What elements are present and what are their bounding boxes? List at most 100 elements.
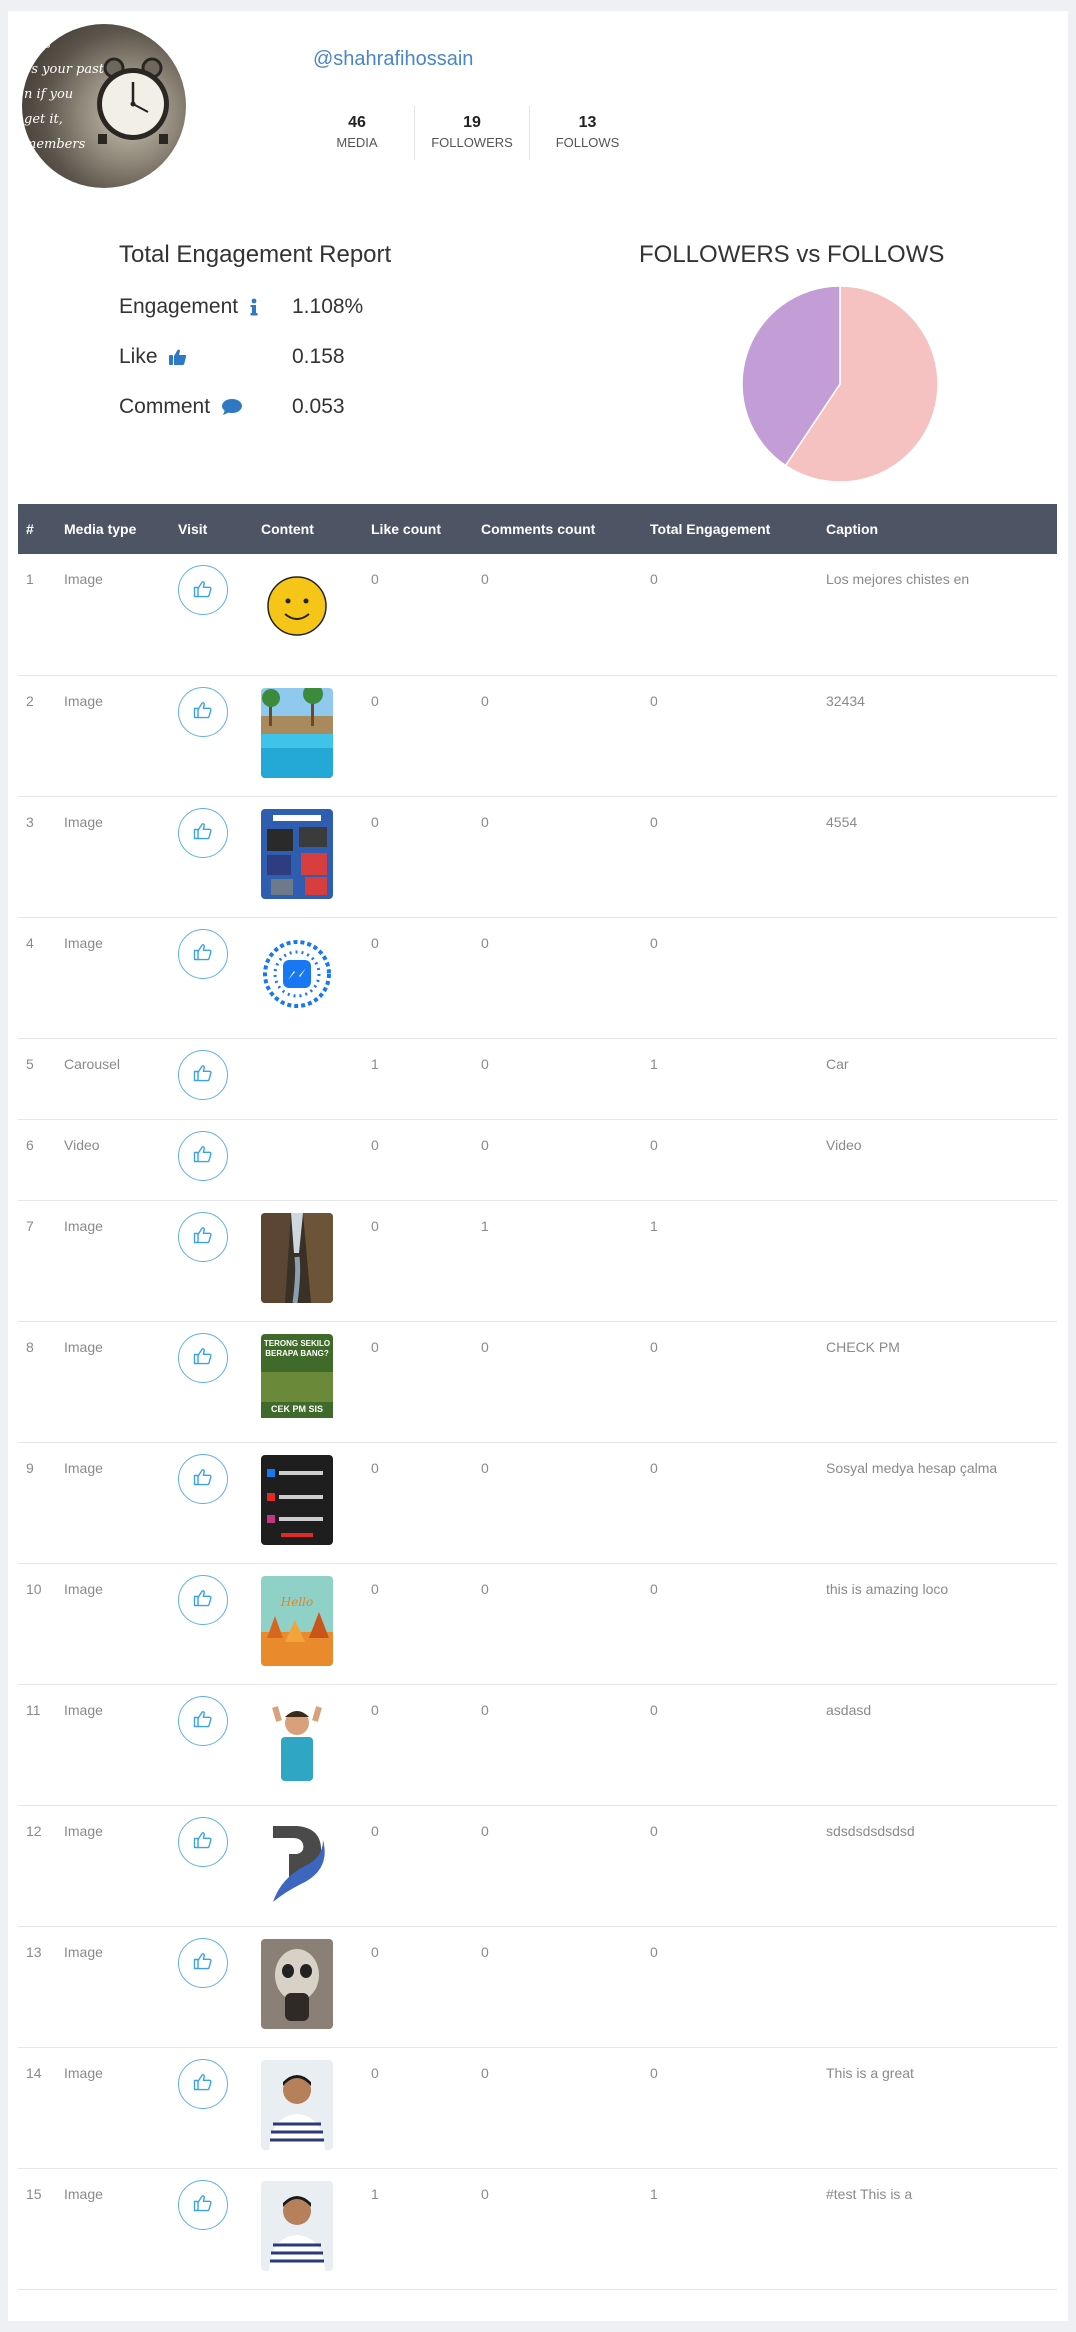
row-total-engagement: 0 xyxy=(642,1563,818,1685)
stat-media: 46 MEDIA xyxy=(300,106,415,160)
profile-username-link[interactable]: @shahrafihossain xyxy=(313,48,473,71)
row-number: 14 xyxy=(18,2047,56,2169)
visit-button[interactable] xyxy=(178,1332,228,1383)
row-comments-count: 0 xyxy=(473,554,642,676)
row-media-type: Image xyxy=(56,1805,170,1927)
row-content xyxy=(253,1805,363,1927)
row-caption: Video xyxy=(818,1119,1057,1201)
row-comments-count: 0 xyxy=(473,1563,642,1685)
content-thumbnail[interactable] xyxy=(261,808,333,899)
table-row: 11 Image 0 0 0 asdasd xyxy=(18,1684,1057,1806)
visit-button[interactable] xyxy=(178,686,228,737)
col-header-media-type: Media type xyxy=(64,521,137,537)
visit-button[interactable] xyxy=(178,1130,228,1181)
row-content xyxy=(253,2168,363,2290)
row-number: 10 xyxy=(18,1563,56,1685)
metric-comment-value: 0.053 xyxy=(292,395,345,418)
row-content xyxy=(253,1038,363,1120)
thumbs-up-icon xyxy=(193,2073,213,2094)
content-thumbnail[interactable] xyxy=(261,929,333,1020)
row-like-count: 0 xyxy=(363,1563,473,1685)
row-media-type: Image xyxy=(56,1926,170,2048)
thumbs-up-icon xyxy=(193,943,213,964)
row-like-count: 0 xyxy=(363,675,473,797)
row-visit-cell xyxy=(170,1926,253,2048)
thumbs-up-icon xyxy=(193,1952,213,1973)
content-thumbnail[interactable] xyxy=(261,1938,333,2029)
row-like-count: 0 xyxy=(363,2047,473,2169)
row-like-count: 0 xyxy=(363,796,473,918)
visit-button[interactable] xyxy=(178,807,228,858)
visit-button[interactable] xyxy=(178,1574,228,1625)
row-caption: Car xyxy=(818,1038,1057,1120)
row-caption: #test This is a xyxy=(818,2168,1057,2290)
row-content xyxy=(253,1200,363,1322)
metric-like-value: 0.158 xyxy=(292,345,345,368)
thumbs-up-icon xyxy=(193,1589,213,1610)
visit-button[interactable] xyxy=(178,1695,228,1746)
row-caption: 32434 xyxy=(818,675,1057,797)
content-thumbnail[interactable] xyxy=(261,1454,333,1545)
table-row: 13 Image 0 0 0 xyxy=(18,1926,1057,2048)
row-comments-count: 0 xyxy=(473,1684,642,1806)
row-number: 2 xyxy=(18,675,56,797)
row-total-engagement: 0 xyxy=(642,917,818,1039)
table-header-row: # Media type Visit Content Like count Co… xyxy=(18,504,1057,554)
row-caption xyxy=(818,917,1057,1039)
row-media-type: Image xyxy=(56,1442,170,1564)
table-row: 10 Image Hello 0 0 0 this is amazing loco xyxy=(18,1563,1057,1685)
table-row: 1 Image 0 0 0 Los mejores chistes en xyxy=(18,554,1057,676)
visit-button[interactable] xyxy=(178,1816,228,1867)
visit-button[interactable] xyxy=(178,1453,228,1504)
metric-comment: Comment xyxy=(119,395,243,419)
visit-button[interactable] xyxy=(178,565,228,615)
content-thumbnail[interactable] xyxy=(261,1817,333,1908)
row-visit-cell xyxy=(170,675,253,797)
table-row: 9 Image 0 0 0 Sosyal medya hesap çalma xyxy=(18,1442,1057,1564)
row-total-engagement: 0 xyxy=(642,1926,818,2048)
thumbs-up-icon xyxy=(193,1831,213,1852)
row-like-count: 1 xyxy=(363,1038,473,1120)
media-table-body: 1 Image 0 0 0 Los mejores chistes en 2 Image 0 0 0… xyxy=(18,554,1057,2290)
thumbs-up-icon xyxy=(193,580,213,601)
visit-button[interactable] xyxy=(178,1049,228,1100)
thumbs-up-icon xyxy=(193,1710,213,1731)
table-row: 5 Carousel 1 0 1 Car xyxy=(18,1038,1057,1120)
row-visit-cell xyxy=(170,1321,253,1443)
visit-button[interactable] xyxy=(178,1937,228,1988)
visit-button[interactable] xyxy=(178,1211,228,1262)
media-table: # Media type Visit Content Like count Co… xyxy=(18,504,1057,2290)
stat-followers: 19 FOLLOWERS xyxy=(415,106,530,160)
comment-icon xyxy=(221,399,242,416)
row-content xyxy=(253,796,363,918)
table-row: 12 Image 0 0 0 sdsdsdsdsdsd xyxy=(18,1805,1057,1927)
row-total-engagement: 0 xyxy=(642,2047,818,2169)
thumbs-up-icon xyxy=(169,349,187,366)
svg-text:CEK PM SIS: CEK PM SIS xyxy=(271,1404,323,1414)
content-thumbnail[interactable] xyxy=(261,566,333,656)
content-thumbnail[interactable] xyxy=(261,1212,333,1303)
row-media-type: Image xyxy=(56,1563,170,1685)
row-content xyxy=(253,1926,363,2048)
profile-avatar: st is ys your past n if you get it, memb… xyxy=(22,24,186,188)
visit-button[interactable] xyxy=(178,2179,228,2230)
row-caption: Sosyal medya hesap çalma xyxy=(818,1442,1057,1564)
content-thumbnail[interactable]: Hello xyxy=(261,1575,333,1666)
svg-text:Hello: Hello xyxy=(280,1595,313,1609)
content-thumbnail[interactable] xyxy=(261,2180,333,2271)
content-thumbnail[interactable] xyxy=(261,687,333,778)
table-row: 8 Image TERONG SEKILO BERAPA BANG? CEK PM SI… xyxy=(18,1321,1057,1443)
metric-engagement: Engagement xyxy=(119,295,259,319)
content-thumbnail[interactable] xyxy=(261,1696,333,1787)
thumbs-up-icon xyxy=(193,1468,213,1489)
row-visit-cell xyxy=(170,1563,253,1685)
row-visit-cell xyxy=(170,1684,253,1806)
row-total-engagement: 0 xyxy=(642,796,818,918)
row-total-engagement: 0 xyxy=(642,1805,818,1927)
content-thumbnail[interactable] xyxy=(261,2059,333,2150)
visit-button[interactable] xyxy=(178,2058,228,2109)
visit-button[interactable] xyxy=(178,928,228,979)
col-header-like-count: Like count xyxy=(371,521,442,537)
content-thumbnail[interactable]: TERONG SEKILO BERAPA BANG? CEK PM SIS xyxy=(261,1333,333,1424)
row-comments-count: 0 xyxy=(473,2168,642,2290)
